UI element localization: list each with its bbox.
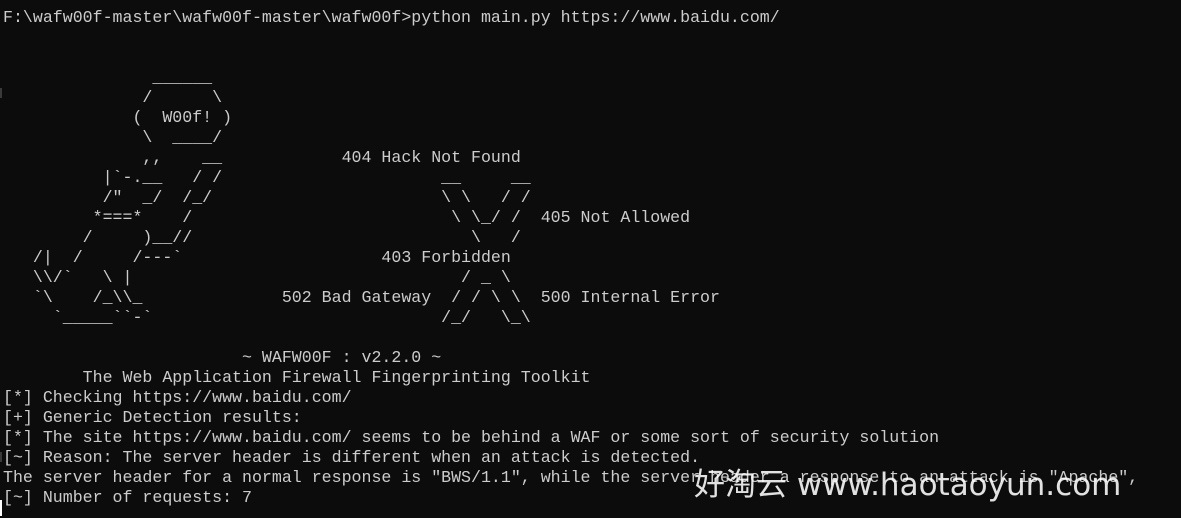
ascii-art-line: ( W00f! ) — [3, 108, 233, 127]
output-line-waf-detected: [*] The site https://www.baidu.com/ seem… — [3, 428, 940, 447]
ascii-art-line: |`-.__ / / __ __ — [3, 168, 531, 187]
tool-subtitle: The Web Application Firewall Fingerprint… — [3, 368, 591, 387]
ascii-art-line: \\/` \ | / _ \ — [3, 268, 511, 287]
left-edge-marker — [0, 452, 2, 462]
output-line-reason: [~] Reason: The server header is differe… — [3, 448, 701, 467]
ascii-art-line: ______ — [3, 68, 213, 87]
output-line-generic-detection: [+] Generic Detection results: — [3, 408, 302, 427]
ascii-art-line: `_____``-` /_/ \_\ — [3, 308, 531, 327]
ascii-art-line: `\ /_\\_ 502 Bad Gateway / / \ \ 500 Int… — [3, 288, 720, 307]
ascii-art-line: / \ — [3, 88, 223, 107]
ascii-art-line: /| / /---` 403 Forbidden — [3, 248, 511, 267]
ascii-art-line: / )__// \ / — [3, 228, 521, 247]
ascii-art-line: *===* / \ \_/ / 405 Not Allowed — [3, 208, 691, 227]
watermark: 好淘云 www.haotaoyun.com — [694, 467, 1122, 503]
output-line-checking: [*] Checking https://www.baidu.com/ — [3, 388, 352, 407]
command-prompt-line: F:\wafw00f-master\wafw00f-master\wafw00f… — [3, 8, 780, 27]
ascii-art-line: ,, __ 404 Hack Not Found — [3, 148, 521, 167]
terminal-window[interactable]: F:\wafw00f-master\wafw00f-master\wafw00f… — [0, 0, 1181, 518]
output-line-request-count: [~] Number of requests: 7 — [3, 488, 252, 507]
text-cursor — [0, 500, 2, 516]
version-banner: ~ WAFW00F : v2.2.0 ~ — [3, 348, 442, 367]
ascii-art-line: /" _/ /_/ \ \ / / — [3, 188, 531, 207]
left-edge-marker — [0, 88, 2, 98]
ascii-art-line: \ ____/ — [3, 128, 223, 147]
